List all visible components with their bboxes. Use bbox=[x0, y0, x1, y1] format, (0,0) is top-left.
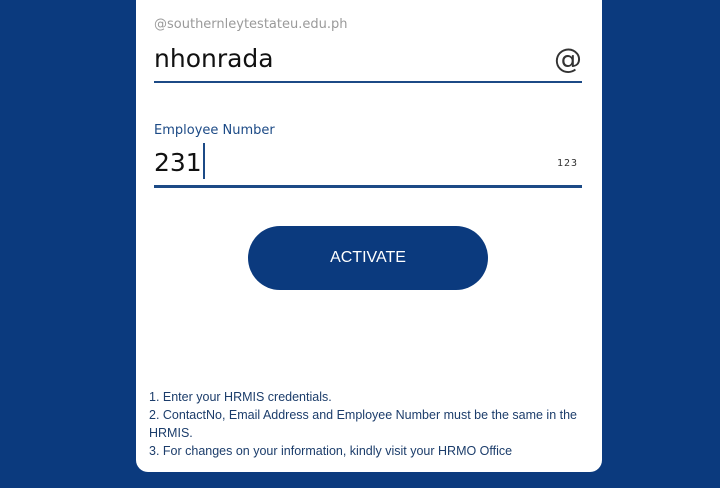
employee-number-value: 231 bbox=[154, 148, 202, 177]
email-underline bbox=[154, 81, 582, 83]
text-cursor bbox=[202, 143, 205, 179]
activation-card: @southernleytestateu.edu.ph nhonrada @ E… bbox=[136, 0, 602, 472]
employee-number-label: Employee Number bbox=[154, 123, 275, 138]
email-domain-hint: @southernleytestateu.edu.ph bbox=[154, 17, 348, 32]
employee-number-underline bbox=[154, 185, 582, 188]
activate-button[interactable]: ACTIVATE bbox=[248, 226, 488, 290]
instructions-list: 1. Enter your HRMIS credentials. 2. Cont… bbox=[149, 388, 589, 460]
instruction-item: 2. ContactNo, Email Address and Employee… bbox=[149, 408, 577, 440]
numeric-keyboard-icon: 123 bbox=[556, 158, 578, 169]
at-sign-icon: @ bbox=[554, 42, 582, 75]
instruction-item: 1. Enter your HRMIS credentials. bbox=[149, 390, 332, 404]
instruction-item: 3. For changes on your information, kind… bbox=[149, 444, 513, 458]
employee-number-field[interactable]: 231 123 bbox=[154, 143, 582, 190]
employee-number-input[interactable]: 231 bbox=[154, 143, 205, 182]
email-field[interactable]: nhonrada @ bbox=[154, 42, 582, 84]
email-input-value[interactable]: nhonrada bbox=[154, 44, 274, 73]
